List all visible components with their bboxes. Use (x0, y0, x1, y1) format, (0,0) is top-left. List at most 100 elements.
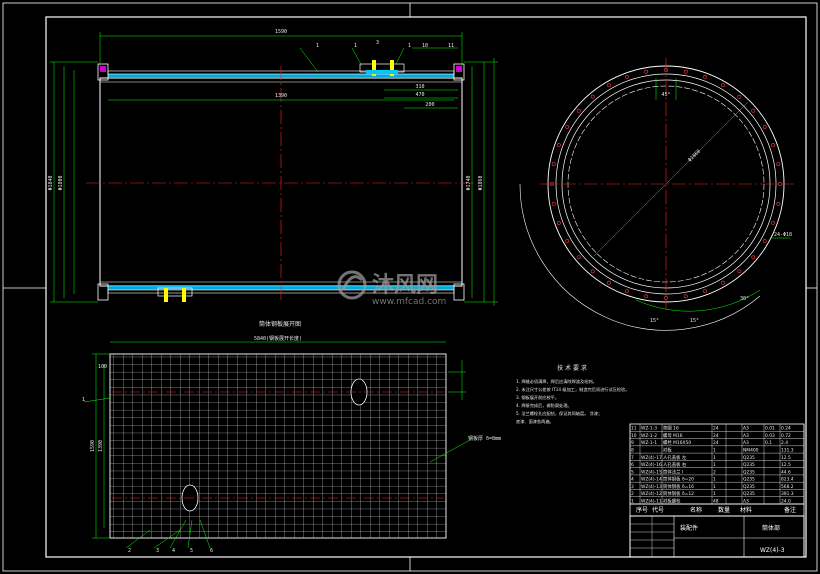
parts-table-cell: WZ(4)-14 (641, 477, 662, 483)
main-inner-length: 1390 (275, 93, 287, 99)
title-block: 装配件 筒体部 WZ(4)-3 (629, 515, 805, 558)
parts-table-cell: 9 (631, 440, 634, 446)
bolt-hole (721, 280, 725, 285)
bolt-hole (590, 94, 595, 99)
parts-header-4: 数量 (718, 506, 730, 514)
unfold-left-dim-2: 1390 (98, 440, 104, 452)
circle-arc-label-1: 15° (650, 318, 659, 324)
parts-table-cell: 2 (713, 469, 716, 475)
unfold-bottom-balloon-4: 5 (190, 548, 193, 554)
parts-table-cell: 24 (713, 433, 719, 439)
bolt-hole (644, 294, 649, 299)
parts-table-cell: 1 (713, 455, 716, 461)
parts-table-cell: 5 (631, 469, 634, 475)
bolt-hole (762, 125, 767, 129)
parts-table-cell: 1 (713, 447, 716, 453)
bolt-hole (776, 162, 781, 167)
notes-title: 技 术 要 求 (557, 364, 587, 372)
bolt-hole (683, 69, 688, 74)
parts-table-cell: 44.6 (781, 469, 791, 475)
parts-table-cell: 0.01 (765, 426, 775, 432)
bolt-hole (607, 280, 611, 285)
bolt-hole (576, 108, 581, 113)
parts-table-cell: 4 (631, 477, 634, 483)
parts-table-cell: WZ(4)-17 (641, 455, 662, 461)
parts-table-cell: 2.4 (781, 440, 788, 446)
notes-line-6: 底漆、面漆各两遍。 (516, 418, 554, 425)
parts-table-cell: 6 (631, 462, 634, 468)
parts-table-cell: WZ(4)-16 (641, 462, 662, 468)
bolt-hole (551, 162, 556, 167)
bolt-hole (751, 108, 756, 113)
parts-table-cell: WZ(4)-13 (641, 484, 662, 490)
parts-table-cell: Q235 (743, 469, 755, 475)
circle-view: Φ1860 45° 24-Φ18 15° 15° 30° (519, 58, 794, 331)
unfold-bottom-balloon-3: 4 (172, 548, 175, 554)
bolt-hole (703, 75, 707, 79)
bolt-hole (771, 221, 776, 225)
main-view: 1590 1390 Φ1840 Φ1800 Φ1740 Φ1860 310 47… (48, 29, 498, 306)
bolt-hole (703, 289, 707, 294)
parts-table-cell: WZ-1-2 (641, 433, 657, 439)
parts-table-cell: 11 (631, 426, 637, 432)
parts-table-cell: 131.3 (781, 447, 794, 453)
bolt-hole (565, 125, 570, 129)
parts-table-cell: Q235 (743, 477, 755, 483)
parts-table-cell: WZ(4)-11 (641, 498, 662, 504)
unfold-view: 筒体钢板展开图 5840(钢板展开长度) 1590 1390 100 1 钢板厚… (82, 320, 501, 554)
drawing-sheet: 1590 1390 Φ1840 Φ1800 Φ1740 Φ1860 310 47… (2, 2, 818, 572)
notes-line-2: 2. 未注尺寸公差按 IT14 级加工，制造完后须进行试压检验。 (516, 386, 629, 393)
unfold-left-dim-1: 1590 (90, 440, 96, 452)
unfold-width-dim: 5840(钢板展开长度) (254, 335, 302, 342)
parts-table-cell: 1 (713, 491, 716, 497)
parts-header-1: 序号 (636, 506, 648, 514)
bolt-hole (625, 75, 629, 79)
unfold-title: 筒体钢板展开图 (259, 320, 301, 328)
bolt-hole (590, 269, 595, 274)
unfold-plate-grid (109, 353, 447, 539)
parts-table-cell: 24 (713, 440, 719, 446)
bolt-hole (557, 143, 561, 147)
parts-header-6: 备注 (784, 506, 796, 514)
parts-header-3: 名称 (690, 506, 702, 514)
unfold-right-note: 钢板厚 δ=8mm (468, 435, 501, 442)
watermark-url: www.mfcad.com (372, 297, 446, 307)
parts-table-cell: 391.3 (781, 491, 794, 497)
main-balloon-4: 1 (408, 43, 411, 49)
parts-table-cell: 人孔盖板 左 (663, 454, 687, 461)
parts-table-cell: 568.2 (781, 484, 794, 490)
parts-table-cell: 筒体法兰 I (663, 468, 683, 475)
bolt-hole (737, 269, 742, 274)
parts-table-cell: 24.0 (781, 498, 791, 504)
main-dim-small-3: 200 (425, 102, 434, 108)
parts-table-cell: WZ-1-1 (641, 440, 657, 446)
parts-table-cell: Q235 (743, 491, 755, 497)
bolt-hole (557, 221, 561, 225)
circle-arc-label-2: 15° (690, 318, 699, 324)
parts-table-cell: 人孔盖板 右 (663, 461, 687, 468)
bolt-hole (607, 83, 611, 88)
circle-arc-label-3: 30° (740, 296, 749, 302)
parts-table-cell: A3 (743, 433, 749, 439)
unfold-bottom-balloon-5: 6 (210, 548, 213, 554)
parts-table-cell: 筒体钢板 δ=12 (663, 490, 694, 497)
parts-table-cell: 筒体钢板 δ=16 (663, 483, 694, 490)
main-balloon-6: 11 (448, 43, 454, 49)
bolt-hole (576, 255, 581, 260)
parts-table-cell: 12.5 (781, 462, 791, 468)
parts-table-cell: 0.03 (765, 433, 775, 439)
parts-table-cell: 823.4 (781, 477, 794, 483)
parts-table-cell: 12.5 (781, 455, 791, 461)
bolt-hole (776, 201, 781, 206)
main-right-dim-b: Φ1860 (478, 175, 484, 190)
parts-table-cell: 24 (713, 426, 719, 432)
main-balloon-2: 1 (354, 43, 357, 49)
parts-table-cell: 7 (631, 455, 634, 461)
parts-table-cell: 衬板螺栓 (663, 497, 681, 504)
parts-table-cell: A3 (743, 498, 749, 504)
unfold-left-balloon: 1 (82, 397, 85, 403)
title-block-drawing-code: WZ(4)-3 (760, 547, 785, 554)
bolt-hole (565, 239, 570, 243)
parts-table-cell: 螺栓 M16X50 (663, 439, 691, 446)
parts-table-cell: 8 (631, 447, 634, 453)
